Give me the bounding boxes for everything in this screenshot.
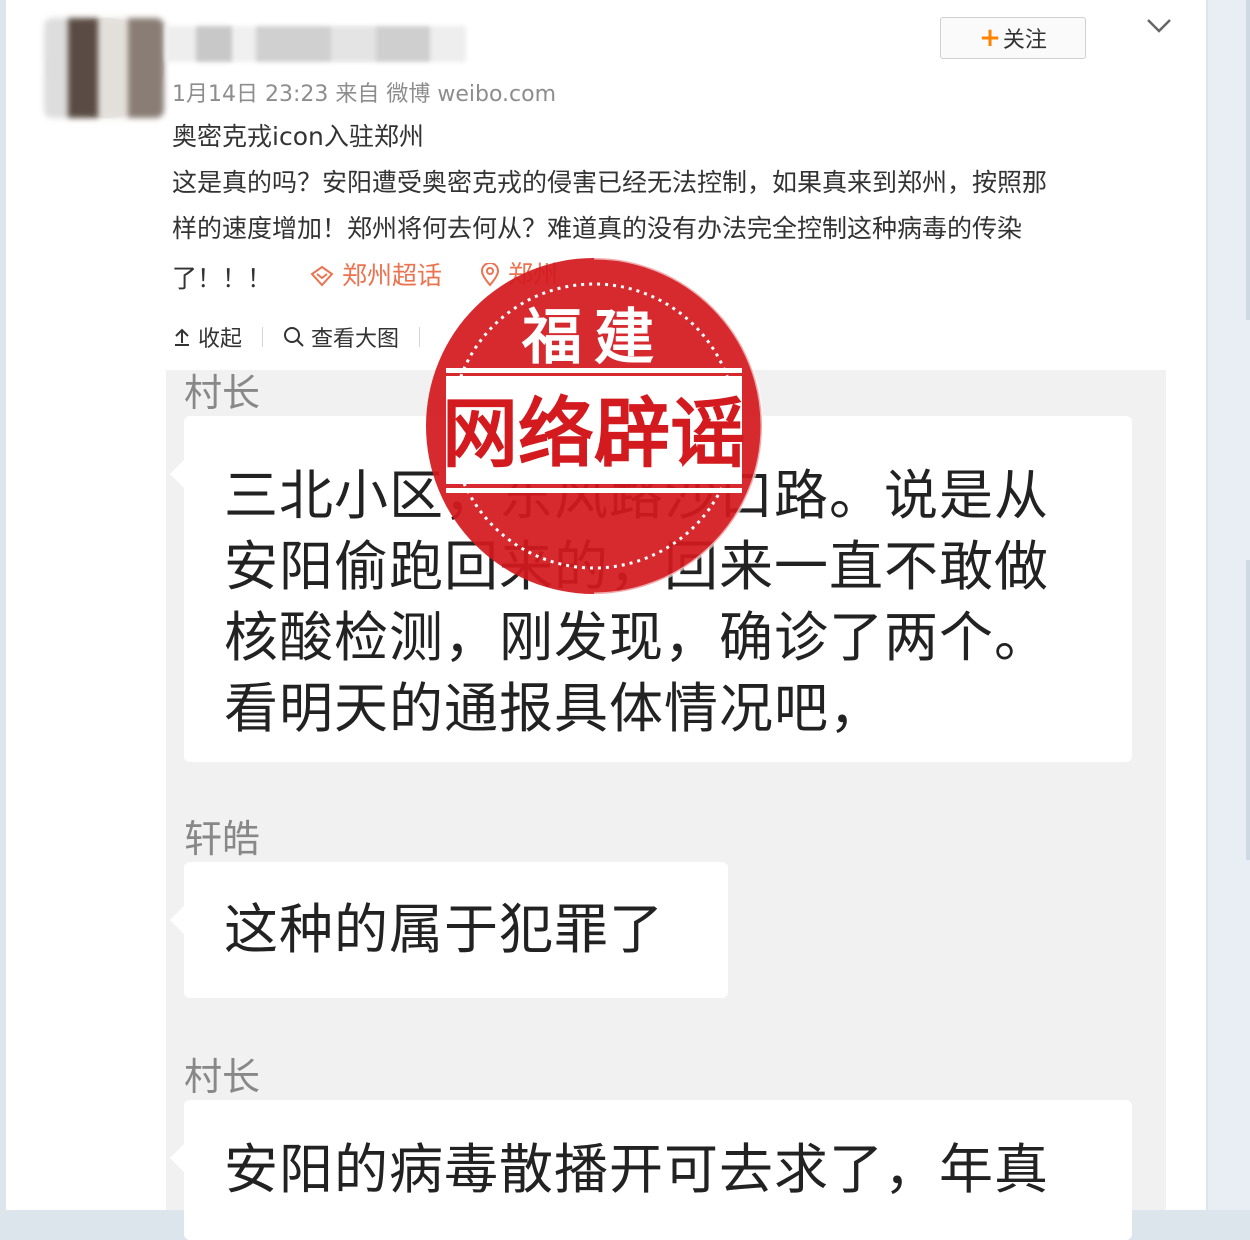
post-body-line: 这是真的吗？安阳遭受奥密克戎的侵害已经无法控制，如果真来到郑州，按照那 xyxy=(172,168,1048,197)
username-blurred[interactable] xyxy=(166,26,466,62)
chat-sender-name: 村长 xyxy=(184,371,261,415)
background-panel xyxy=(1208,0,1250,1210)
search-icon xyxy=(284,327,304,347)
plus-icon: + xyxy=(979,23,1001,53)
chat-message-line: 这种的属于犯罪了 xyxy=(224,898,664,961)
view-large-label: 查看大图 xyxy=(311,327,400,352)
fact-check-stamp: 福建 网络辟谣 xyxy=(426,256,764,596)
post-body-line: 样的速度增加！郑州将何去何从？难道真的没有办法完全控制这种病毒的传染 xyxy=(172,214,1023,243)
chat-message-bubble: 这种的属于犯罪了 xyxy=(170,862,728,998)
chat-message-line: 安阳的病毒散播开可去求了，年真 xyxy=(224,1138,1049,1201)
collapse-up-icon xyxy=(175,328,189,346)
post-timestamp: 1月14日 23:23 来自 微博 weibo.com xyxy=(172,82,557,107)
scroll-edge xyxy=(1246,560,1250,860)
post-title: 奥密克戎icon入驻郑州 xyxy=(172,122,424,151)
avatar[interactable] xyxy=(44,18,164,118)
chat-message-line: 核酸检测，刚发现，确诊了两个。 xyxy=(224,606,1049,669)
post-body-line: 了！！！ xyxy=(172,264,273,293)
divider xyxy=(262,327,264,347)
follow-button[interactable]: + 关注 xyxy=(940,17,1086,59)
collapse-button[interactable]: 收起 xyxy=(172,321,242,353)
stamp-main-text: 网络辟谣 xyxy=(442,389,746,478)
chevron-down-icon[interactable] xyxy=(1146,14,1172,38)
collapse-label: 收起 xyxy=(198,327,243,352)
stamp-top-text: 福建 xyxy=(521,303,666,373)
chat-message-line: 看明天的通报具体情况吧， xyxy=(224,677,884,740)
follow-label: 关注 xyxy=(1002,28,1047,53)
chat-sender-name: 轩皓 xyxy=(184,817,261,861)
image-action-bar: 收起 查看大图 xyxy=(172,320,440,354)
scroll-edge xyxy=(1246,0,1250,320)
chat-message-bubble: 安阳的病毒散播开可去求了，年真 xyxy=(170,1100,1132,1240)
super-topic-icon xyxy=(310,265,334,287)
view-large-image-button[interactable]: 查看大图 xyxy=(283,321,399,353)
chat-sender-name: 村长 xyxy=(184,1055,261,1099)
